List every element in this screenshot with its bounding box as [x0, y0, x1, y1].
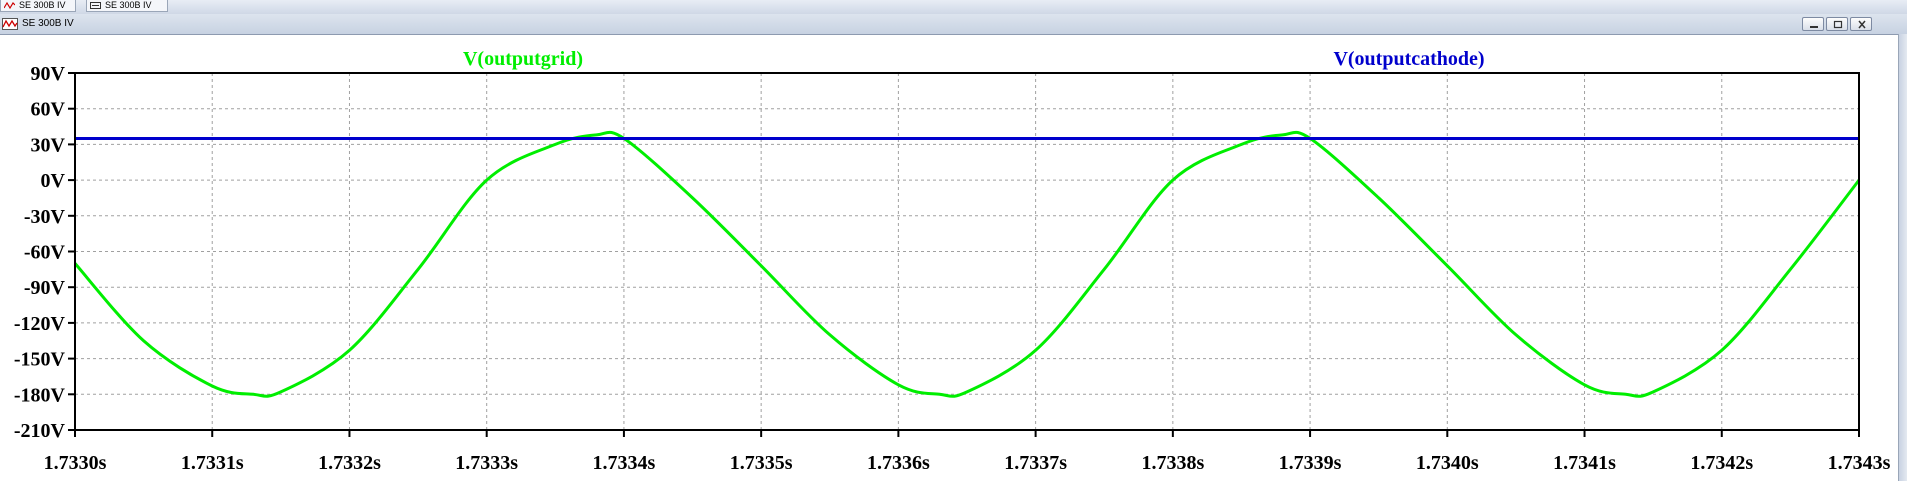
y-tick-label: -90V [24, 277, 66, 299]
window-right-frame [1898, 34, 1907, 481]
x-tick-label: 1.7334s [593, 452, 656, 474]
legend-outputcathode[interactable]: V(outputcathode) [1333, 48, 1484, 70]
x-tick-label: 1.7343s [1828, 452, 1891, 474]
tab-waveform[interactable]: SE 300B IV [0, 0, 76, 12]
tab-label: SE 300B IV [105, 0, 152, 10]
waveform-window-icon [2, 18, 18, 30]
x-tick-label: 1.7339s [1279, 452, 1342, 474]
minimize-icon [1810, 26, 1818, 28]
minimize-button[interactable] [1802, 17, 1824, 31]
tab-label: SE 300B IV [19, 0, 66, 10]
x-tick-label: 1.7331s [181, 452, 244, 474]
grid-lines [75, 73, 1859, 430]
waveform-chart[interactable]: 90V 60V 30V 0V -30V -60V -90V -120V -150V -180V -2… [0, 34, 1898, 481]
y-tick-label: 90V [31, 63, 66, 85]
close-icon [1858, 20, 1866, 29]
y-tick-label: -180V [14, 384, 66, 406]
x-tick-label: 1.7332s [318, 452, 381, 474]
x-tick-label: 1.7335s [730, 452, 793, 474]
y-tick-label: 60V [31, 99, 66, 121]
legend-outputgrid[interactable]: V(outputgrid) [463, 48, 583, 70]
traces [73, 130, 1861, 398]
window-title-bar: SE 300B IV [0, 14, 1907, 35]
y-tick-label: -150V [14, 349, 66, 371]
plot-frame [74, 72, 1860, 431]
x-tick-label: 1.7337s [1004, 452, 1067, 474]
restore-button[interactable] [1826, 17, 1848, 31]
x-tick-label: 1.7338s [1141, 452, 1204, 474]
x-tick-label: 1.7333s [455, 452, 518, 474]
x-tick-label: 1.7341s [1553, 452, 1616, 474]
series-line-0[interactable] [73, 130, 1861, 398]
window-title: SE 300B IV [22, 18, 74, 29]
x-tick-label: 1.7330s [44, 452, 107, 474]
waveform-icon [4, 1, 15, 10]
y-tick-label: -120V [14, 313, 66, 335]
tab-schematic[interactable]: SE 300B IV [86, 0, 168, 12]
y-axis-labels: 90V 60V 30V 0V -30V -60V -90V -120V -150V -180V -2… [14, 63, 66, 442]
schematic-icon [90, 2, 101, 9]
axis-ticks [68, 72, 1860, 437]
close-button[interactable] [1850, 17, 1872, 31]
document-tab-bar: SE 300B IV SE 300B IV [0, 0, 1907, 15]
restore-icon [1833, 20, 1843, 29]
y-tick-label: 30V [31, 134, 66, 156]
y-tick-label: -30V [24, 206, 66, 228]
x-axis-labels: 1.7330s 1.7331s 1.7332s 1.7333s 1.7334s 1.733… [44, 452, 1891, 474]
y-tick-label: 0V [41, 170, 66, 192]
y-tick-label: -210V [14, 420, 66, 442]
y-tick-label: -60V [24, 242, 66, 264]
x-tick-label: 1.7342s [1690, 452, 1753, 474]
x-tick-label: 1.7336s [867, 452, 930, 474]
x-tick-label: 1.7340s [1416, 452, 1479, 474]
